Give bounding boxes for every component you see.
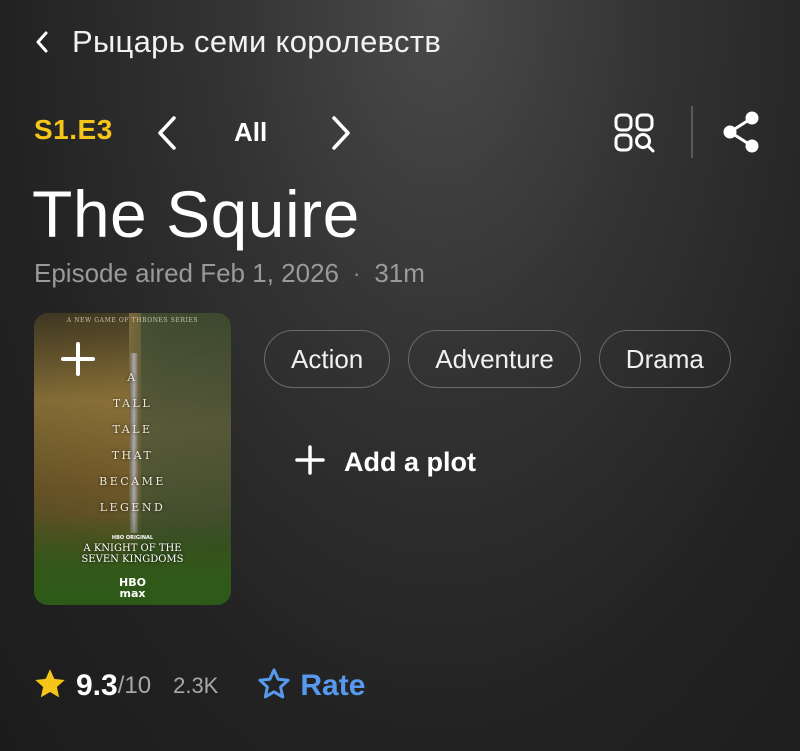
star-filled-icon <box>32 666 68 707</box>
episode-title: The Squire <box>32 177 360 251</box>
season-filter-button[interactable]: All <box>234 117 267 148</box>
poster-tagline: A TALL TALE THAT BECAME LEGEND <box>34 365 231 521</box>
rate-label: Rate <box>300 669 366 702</box>
poster-tagline-line: THAT <box>111 449 154 462</box>
genre-chip-drama[interactable]: Drama <box>598 330 731 388</box>
poster-tagline-line: TALE <box>112 423 153 436</box>
top-bar: Рыцарь семи королевств <box>34 18 441 66</box>
rating-row: 9.3 /10 2.3K Rate <box>32 664 365 708</box>
genre-chips: Action Adventure Drama <box>264 330 731 388</box>
air-date: Episode aired Feb 1, 2026 <box>34 258 339 288</box>
previous-episode-chevron-icon[interactable] <box>154 114 180 157</box>
add-plot-label: Add a plot <box>344 447 476 477</box>
poster-header-text: A NEW GAME OF THRONES SERIES <box>66 317 199 324</box>
poster-tagline-line: TALL <box>112 397 153 410</box>
toolbar-divider <box>691 106 693 158</box>
episode-grid-search-icon[interactable] <box>611 110 659 161</box>
poster-tagline-line: LEGEND <box>99 501 166 514</box>
genre-chip-action[interactable]: Action <box>264 330 391 388</box>
rating-count: 2.3K <box>173 673 219 698</box>
episode-meta: Episode aired Feb 1, 2026 · 31m <box>34 258 425 289</box>
episode-code: S1.E3 <box>34 114 113 145</box>
poster-show-title: A KNIGHT OF THE SEVEN KINGDOMS <box>34 543 231 565</box>
series-title[interactable]: Рыцарь семи королевств <box>72 24 441 60</box>
episode-poster[interactable]: A NEW GAME OF THRONES SERIES A TALL TALE… <box>34 313 231 605</box>
poster-network-line: max <box>119 587 146 600</box>
add-to-watchlist-plus-icon[interactable] <box>60 341 96 382</box>
back-chevron-icon[interactable] <box>34 30 50 54</box>
poster-show-title-line: SEVEN KINGDOMS <box>81 554 184 565</box>
rating-scale: /10 <box>117 672 152 699</box>
next-episode-chevron-icon[interactable] <box>328 114 354 157</box>
genre-chip-adventure[interactable]: Adventure <box>408 330 581 388</box>
add-plot-button[interactable]: Add a plot <box>294 444 476 481</box>
episode-navigation: S1.E3 All <box>34 106 766 160</box>
meta-separator: · <box>353 260 361 286</box>
rate-button[interactable]: Rate <box>256 666 365 707</box>
poster-hbo-original: HBO ORIGINAL <box>111 535 154 541</box>
star-outline-icon <box>256 666 292 707</box>
runtime: 31m <box>374 258 425 288</box>
plus-icon <box>294 444 326 481</box>
poster-show-title-line: A KNIGHT OF THE <box>83 543 182 554</box>
poster-network-logo: HBO max <box>34 577 231 599</box>
rating-value: 9.3 <box>76 669 118 702</box>
share-icon[interactable] <box>720 109 764 160</box>
poster-tagline-line: BECAME <box>99 475 166 488</box>
